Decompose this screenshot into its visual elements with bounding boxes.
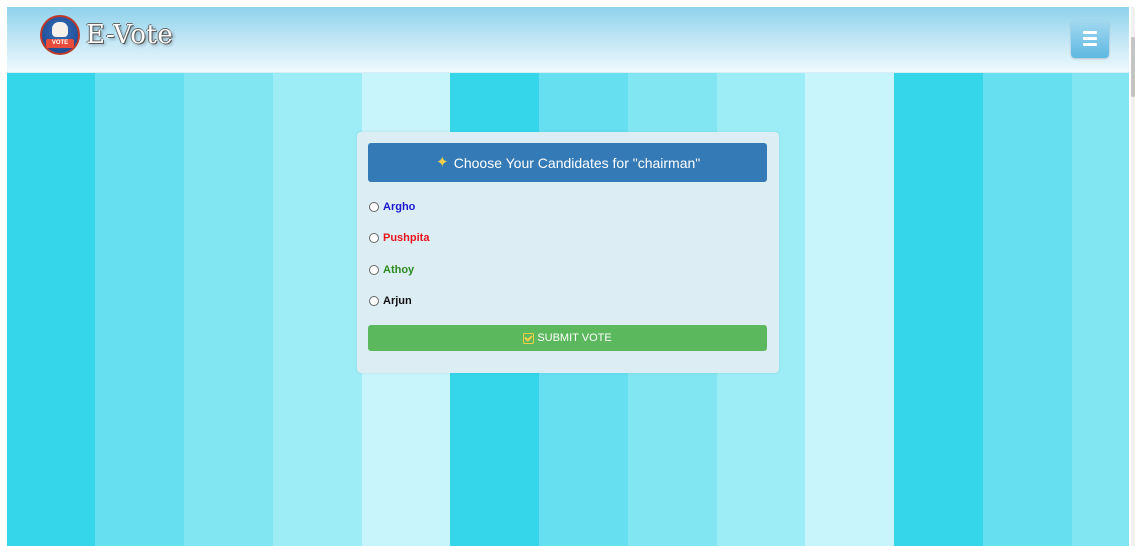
- top-navbar: VOTE E-Vote: [7, 7, 1129, 73]
- candidate-option-pushpita[interactable]: Pushpita: [369, 231, 429, 245]
- brand-title[interactable]: E-Vote: [86, 20, 173, 50]
- hamburger-menu-icon: [1083, 31, 1097, 34]
- candidate-name: Pushpita: [383, 232, 430, 244]
- scrollbar-thumb[interactable]: [1131, 37, 1135, 97]
- candidate-option-argho[interactable]: Argho: [369, 200, 415, 214]
- page-scrollbar[interactable]: [1131, 7, 1135, 546]
- candidate-option-athoy[interactable]: Athoy: [369, 263, 414, 277]
- radio-button[interactable]: [369, 202, 379, 212]
- vote-hand-logo-icon[interactable]: VOTE: [40, 15, 80, 55]
- radio-button[interactable]: [369, 265, 379, 275]
- check-square-icon: [523, 332, 535, 344]
- candidate-option-arjun[interactable]: Arjun: [369, 294, 412, 308]
- ballot-title: ✦ Choose Your Candidates for "chairman": [368, 143, 767, 182]
- radio-button[interactable]: [369, 233, 379, 243]
- radio-button[interactable]: [369, 296, 379, 306]
- hamburger-menu-button[interactable]: [1071, 20, 1109, 58]
- app-frame: VOTE E-Vote ✦ Choose Your Candidates for…: [7, 7, 1129, 546]
- candidate-name: Arjun: [383, 295, 412, 307]
- hand-icon: [52, 22, 68, 37]
- ballot-title-text: Choose Your Candidates for "chairman": [453, 154, 701, 171]
- logo-ribbon: VOTE: [46, 39, 74, 48]
- star-icon: ✦: [435, 154, 449, 171]
- hamburger-bar: [1083, 37, 1097, 40]
- hamburger-bar: [1083, 43, 1097, 46]
- candidate-name: Athoy: [383, 264, 415, 276]
- candidate-name: Argho: [383, 201, 416, 213]
- ballot-card: ✦ Choose Your Candidates for "chairman" …: [357, 132, 779, 373]
- submit-vote-button[interactable]: SUBMIT VOTE: [368, 325, 767, 351]
- submit-vote-label: SUBMIT VOTE: [537, 332, 612, 344]
